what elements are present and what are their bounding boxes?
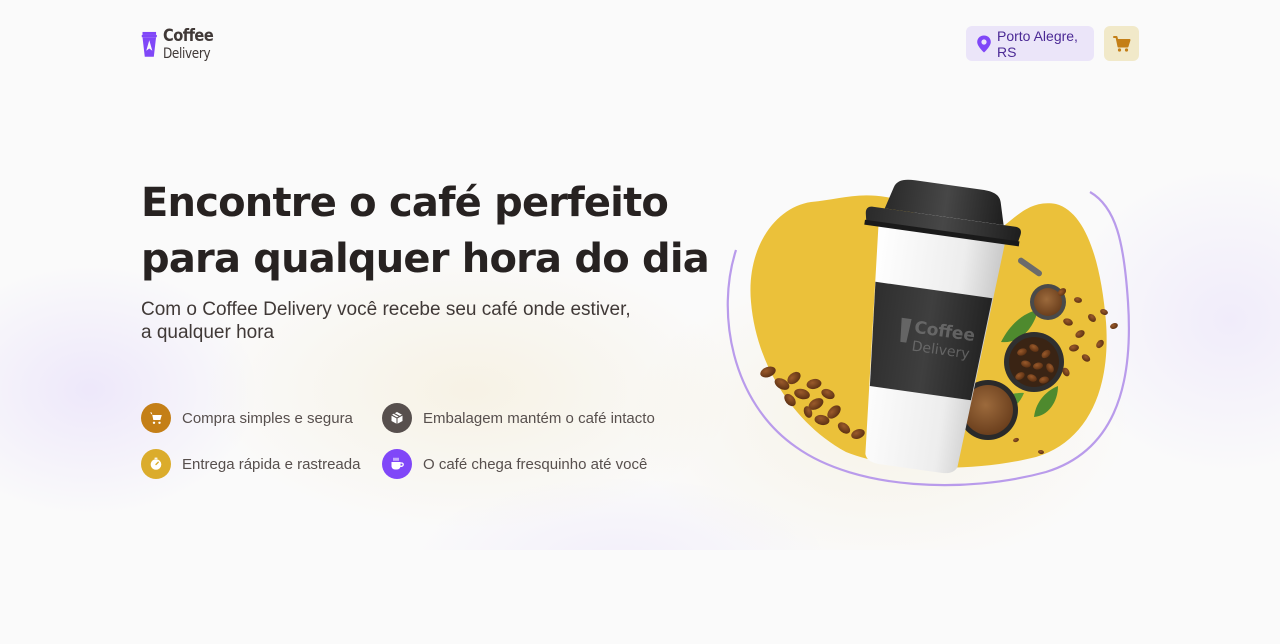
shopping-cart-icon: [141, 403, 171, 433]
feature-item: Entrega rápida e rastreada: [141, 449, 360, 479]
feature-label: Compra simples e segura: [182, 409, 353, 427]
hero-title: Encontre o café perfeito para qualquer h…: [141, 175, 710, 287]
coffee-icon: [382, 449, 412, 479]
hero-subtitle: Com o Coffee Delivery você recebe seu ca…: [141, 299, 631, 343]
timer-icon: [141, 449, 171, 479]
logo-text-line1: Coffee: [162, 25, 214, 46]
logo[interactable]: Coffee Delivery: [141, 24, 221, 64]
coffee-cup-logo-icon: [141, 31, 157, 57]
location-label: Porto Alegre, RS: [997, 27, 1078, 60]
map-pin-icon: [977, 35, 991, 52]
location-button[interactable]: Porto Alegre, RS: [966, 26, 1094, 61]
feature-item: O café chega fresquinho até você: [382, 449, 647, 479]
hero-title-line1: Encontre o café perfeito: [141, 180, 669, 226]
feature-label: O café chega fresquinho até você: [423, 455, 648, 473]
feature-label: Embalagem mantém o café intacto: [423, 409, 655, 427]
feature-label: Entrega rápida e rastreada: [182, 455, 361, 473]
shopping-cart-icon: [1112, 35, 1130, 52]
feature-list: Compra simples e segura Embalagem mantém…: [141, 403, 661, 483]
coffee-cup-illustration: Coffee Delivery: [726, 179, 1130, 487]
hero-title-line2: para qualquer hora do dia: [141, 236, 710, 282]
logo-text-line2: Delivery: [162, 45, 211, 62]
feature-item: Compra simples e segura: [141, 403, 353, 433]
header: Coffee Delivery Porto Alegre, RS: [0, 0, 1280, 88]
hero-image: Coffee Delivery: [716, 172, 1136, 492]
cart-button[interactable]: [1104, 26, 1139, 61]
feature-item: Embalagem mantém o café intacto: [382, 403, 655, 433]
package-icon: [382, 403, 412, 433]
